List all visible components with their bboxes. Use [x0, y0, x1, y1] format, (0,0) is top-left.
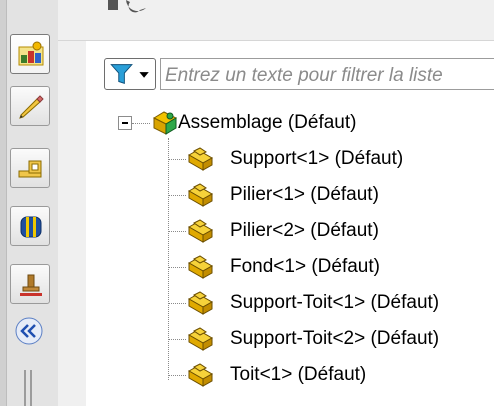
measure-tab[interactable] [10, 148, 50, 188]
filter-funnel-icon [110, 64, 149, 85]
tree-item-label[interactable]: Support<1> (Défaut) [230, 148, 403, 170]
collapse-panel-button[interactable] [14, 316, 44, 346]
collapse-expander-icon[interactable] [118, 116, 132, 130]
scene-manager-tab[interactable] [10, 34, 50, 74]
tree-item-label[interactable]: Support-Toit<2> (Défaut) [230, 328, 439, 350]
part-icon [187, 183, 214, 207]
tree-item-label[interactable]: Pilier<2> (Défaut) [230, 220, 379, 242]
toolbar-edge [0, 0, 7, 406]
scene-manager-icon [18, 41, 44, 66]
tree-root-label[interactable]: Assemblage (Défaut) [178, 112, 356, 134]
resize-grip[interactable] [24, 370, 34, 406]
panel-gutter [58, 0, 86, 406]
annotation-tab[interactable] [10, 86, 50, 126]
filter-dropdown-button[interactable] [104, 58, 156, 90]
stamp-icon [20, 274, 42, 296]
double-chevron-left-icon [15, 317, 43, 345]
part-icon [187, 363, 214, 387]
part-icon [187, 291, 214, 315]
pencil-icon [19, 95, 44, 119]
left-toolbar [0, 0, 58, 406]
tree-item-label[interactable]: Pilier<1> (Défaut) [230, 184, 379, 206]
part-icon [187, 219, 214, 243]
header-logo-icon [108, 0, 146, 13]
measure-icon [18, 160, 42, 178]
filter-input[interactable] [160, 58, 494, 90]
stamp-tab[interactable] [10, 264, 50, 304]
assembly-icon [152, 111, 178, 135]
tree-item-label[interactable]: Toit<1> (Défaut) [230, 364, 366, 386]
materials-icon [20, 216, 42, 238]
part-icon [187, 147, 214, 171]
tree-item-label[interactable]: Support-Toit<1> (Défaut) [230, 292, 439, 314]
materials-tab[interactable] [10, 206, 50, 246]
tree-item-label[interactable]: Fond<1> (Défaut) [230, 256, 380, 278]
part-icon [187, 255, 214, 279]
part-icon [187, 327, 214, 351]
